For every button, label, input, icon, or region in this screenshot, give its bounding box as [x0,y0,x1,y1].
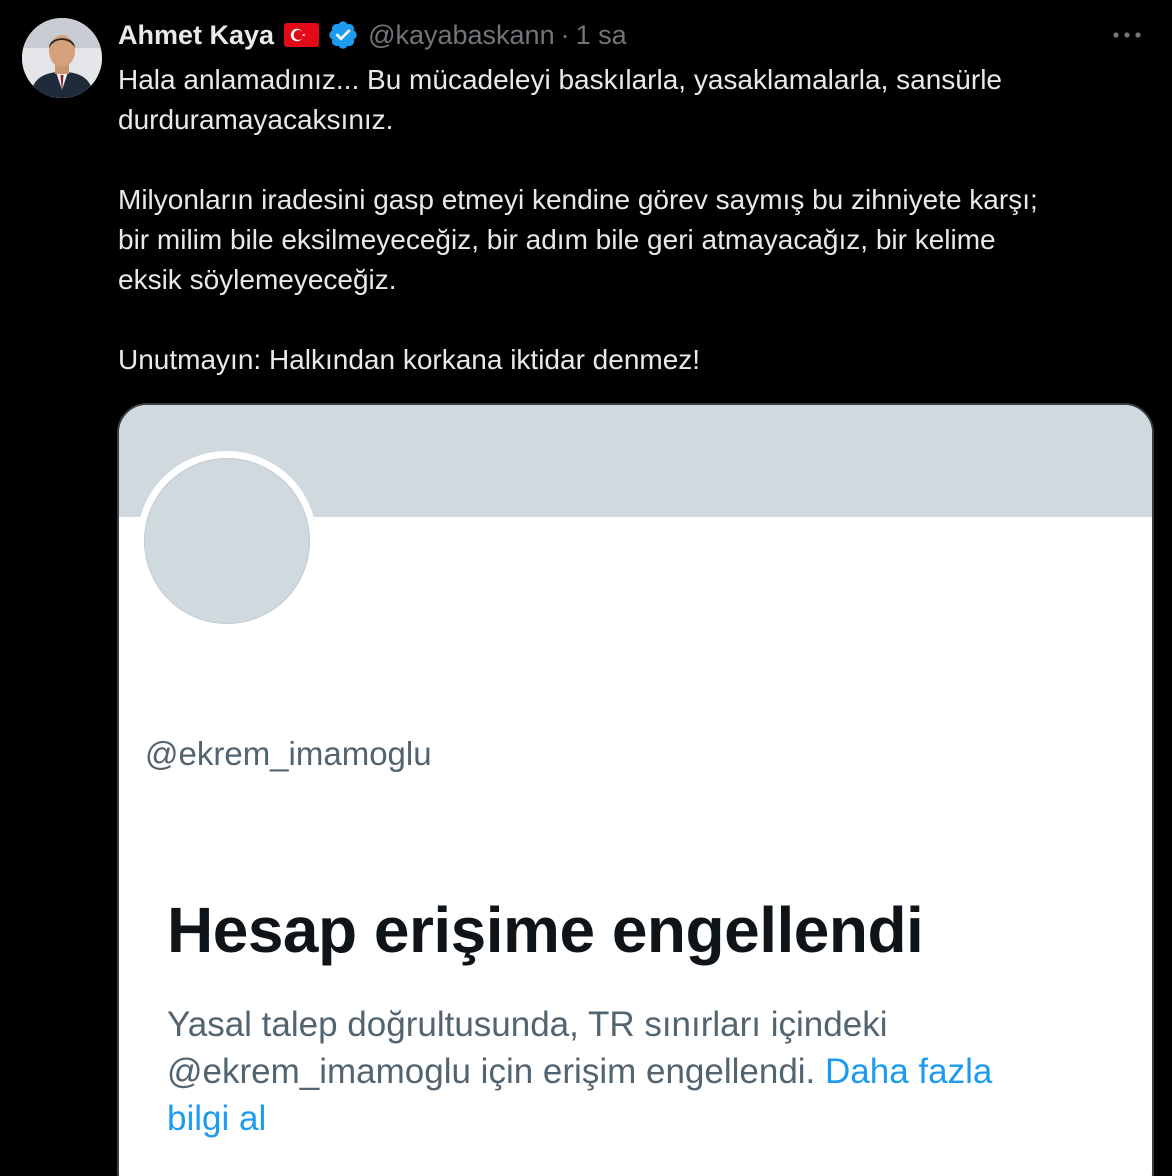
withheld-account-handle: @ekrem_imamoglu [145,735,432,772]
withheld-title: Hesap erişime engellendi [167,894,924,966]
turkey-flag-icon [284,23,320,47]
withheld-description: Yasal talep doğrultusunda, TR sınırları … [167,1001,1127,1142]
tweet-media-image[interactable]: @ekrem_imamoglu Hesap erişime engellendi… [117,403,1154,1176]
tweet-text-line: bir milim bile eksilmeyeceğiz, bir adım … [118,224,996,255]
person-avatar-icon [22,18,102,98]
tweet-body: Hala anlamadınız... Bu mücadeleyi baskıl… [118,60,1138,380]
tweet-header: Ahmet Kaya @kayabaskann · 1 sa [118,16,1144,54]
author-display-name[interactable]: Ahmet Kaya [118,20,274,51]
learn-more-link[interactable]: Daha fazla [825,1052,992,1091]
withheld-description-text: @ekrem_imamoglu için erişim engellendi. [167,1052,826,1091]
withheld-description-line: @ekrem_imamoglu için erişim engellendi. … [167,1048,1127,1095]
header-separator: · [560,19,570,50]
tweet-text-line: durduramayacaksınız. [118,104,394,135]
withheld-description-line: Yasal talep doğrultusunda, TR sınırları … [167,1005,888,1044]
author-avatar[interactable] [22,18,102,98]
tweet-text-line: Hala anlamadınız... Bu mücadeleyi baskıl… [118,64,1002,95]
learn-more-link[interactable]: bilgi al [167,1095,1127,1142]
tweet-text-line: Unutmayın: Halkından korkana iktidar den… [118,344,701,375]
tweet-text-line: Milyonların iradesini gasp etmeyi kendin… [118,184,1038,215]
profile-avatar-placeholder [137,451,317,631]
more-horizontal-icon[interactable] [1110,22,1144,48]
author-handle[interactable]: @kayabaskann [368,20,555,51]
tweet-timestamp[interactable]: 1 sa [576,20,627,51]
verified-badge-icon[interactable] [327,19,359,51]
tweet-text-line: eksik söylemeyeceğiz. [118,264,397,295]
